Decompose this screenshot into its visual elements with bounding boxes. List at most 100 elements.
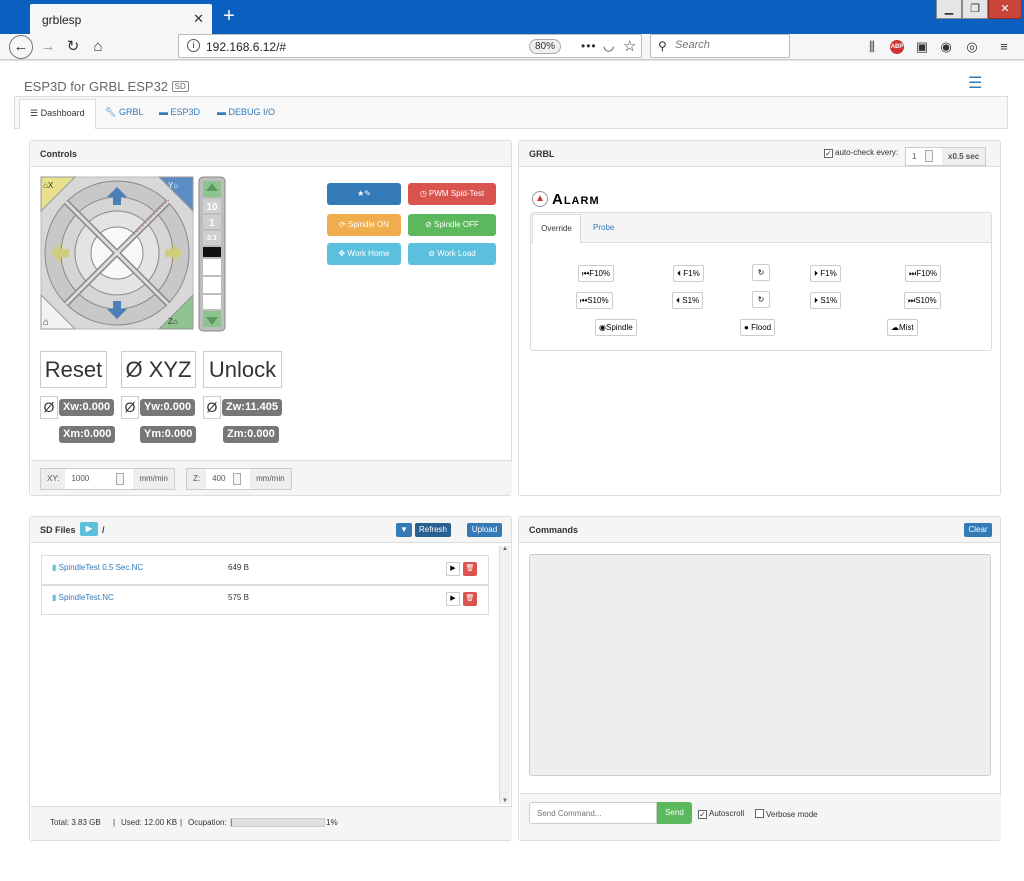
- autocheck-spinner[interactable]: [925, 150, 933, 162]
- commands-panel-header: Commands Clear: [519, 517, 1000, 543]
- star-pencil-icon: ★✎: [357, 189, 371, 198]
- window-close-icon[interactable]: ✕: [988, 0, 1022, 19]
- zero-z-button[interactable]: Ø: [203, 396, 221, 419]
- maximize-icon[interactable]: ❐: [962, 0, 988, 19]
- file-list-scrollbar[interactable]: ▲ ▼: [499, 546, 510, 804]
- spindle-plus-10-button[interactable]: ⏭S10%: [904, 292, 941, 309]
- xy-feed-group: XY: 1000 mm/min: [40, 468, 175, 490]
- scroll-down-icon[interactable]: ▼: [500, 798, 510, 804]
- menu-icon[interactable]: ≡: [994, 37, 1014, 57]
- bookmark-star-icon[interactable]: ☆: [623, 37, 636, 55]
- feed-plus-10-button[interactable]: ⏭F10%: [905, 265, 942, 282]
- flood-toggle-button[interactable]: ● Flood: [740, 319, 776, 336]
- home-all-icon: ⌂: [43, 317, 50, 328]
- tab-probe[interactable]: Probe: [593, 223, 614, 232]
- account-icon[interactable]: ◎: [962, 37, 982, 57]
- machine-pos-x: Xm:0.000: [59, 426, 116, 443]
- home-icon[interactable]: ⌂: [87, 37, 109, 59]
- z-step-10-label: 10: [206, 202, 218, 213]
- spindle-minus-1-button[interactable]: ⏴ S1%: [672, 292, 704, 309]
- extension-icon[interactable]: ◉: [936, 37, 956, 57]
- spindle-reset-button[interactable]: ↻: [752, 291, 770, 308]
- file-row[interactable]: ▮ SpindleTest 0.5 Sec.NC 649 B ▶ 🗑︎: [41, 555, 489, 585]
- file-name[interactable]: ▮ SpindleTest.NC: [52, 593, 114, 602]
- spindle-toggle-button[interactable]: ◉Spindle: [595, 319, 637, 336]
- forward-arrow-icon[interactable]: →: [37, 37, 59, 59]
- new-tab-icon[interactable]: +: [218, 4, 240, 28]
- unlock-button[interactable]: Unlock: [203, 351, 282, 388]
- spindle-plus-1-button[interactable]: ⏵ S1%: [810, 292, 842, 309]
- play-icon[interactable]: ▶: [446, 562, 460, 576]
- xy-feed-spinner[interactable]: [116, 473, 125, 485]
- search-bar[interactable]: ⚲: [650, 34, 790, 58]
- reset-button[interactable]: Reset: [40, 351, 107, 388]
- tab-grbl[interactable]: 🔧︎ GRBL: [95, 99, 153, 129]
- zero-xyz-button[interactable]: Ø XYZ: [121, 351, 196, 388]
- command-output[interactable]: [529, 554, 991, 776]
- autocheck-label[interactable]: ✓ auto-check every:: [824, 148, 898, 158]
- command-input[interactable]: [529, 802, 657, 824]
- spindle-off-button[interactable]: ⊘ Spindle OFF: [408, 214, 496, 236]
- zero-x-button[interactable]: Ø: [40, 396, 58, 419]
- spindle-minus-10-button[interactable]: ⏮S10%: [576, 292, 613, 309]
- work-home-button[interactable]: ✥ Work Home: [327, 243, 401, 265]
- trash-icon[interactable]: 🗑︎: [463, 562, 477, 576]
- work-load-button[interactable]: ⊜ Work Load: [408, 243, 496, 265]
- minimize-icon[interactable]: ▁: [936, 0, 962, 19]
- refresh-button[interactable]: Refresh: [415, 523, 451, 537]
- reader-icon[interactable]: ▣: [912, 37, 932, 57]
- reload-icon[interactable]: ↻: [62, 37, 84, 59]
- filter-icon[interactable]: ▼: [396, 523, 412, 537]
- adblock-icon[interactable]: ABP: [890, 40, 904, 54]
- send-button[interactable]: Send: [657, 802, 692, 824]
- file-name[interactable]: ▮ SpindleTest 0.5 Sec.NC: [52, 563, 143, 572]
- scroll-up-icon[interactable]: ▲: [500, 546, 510, 552]
- zero-y-button[interactable]: Ø: [121, 396, 139, 419]
- clear-button[interactable]: Clear: [964, 523, 992, 537]
- autoscroll-checkbox[interactable]: ✓: [698, 810, 707, 819]
- macro-edit-button[interactable]: ★✎: [327, 183, 401, 205]
- z-feed-input[interactable]: 400: [206, 469, 251, 489]
- feed-reset-button[interactable]: ↻: [752, 264, 770, 281]
- trash-icon[interactable]: 🗑︎: [463, 592, 477, 606]
- verbose-toggle[interactable]: Verbose mode: [755, 809, 818, 819]
- tab-debug-io[interactable]: ▬ DEBUG I/O: [207, 99, 285, 129]
- autocheck-input[interactable]: 1: [906, 148, 942, 165]
- sd-files-panel-header: SD Files ▶ / ▼ Refresh Upload: [30, 517, 511, 543]
- library-icon[interactable]: ⫼: [862, 37, 882, 57]
- feed-minus-10-button[interactable]: ⏮F10%: [578, 265, 615, 282]
- new-folder-icon[interactable]: ▶: [80, 522, 98, 536]
- play-icon[interactable]: ▶: [446, 592, 460, 606]
- file-row[interactable]: ▮ SpindleTest.NC 575 B ▶ 🗑︎: [41, 585, 489, 615]
- back-arrow-icon[interactable]: ←: [9, 35, 33, 59]
- pocket-icon[interactable]: ◡: [603, 38, 614, 54]
- browser-tab[interactable]: grblesp ✕: [30, 4, 212, 34]
- autocheck-checkbox[interactable]: ✓: [824, 149, 833, 158]
- autocheck-group: 1 x0.5 sec: [905, 147, 987, 166]
- tab-dashboard[interactable]: ☰ Dashboard: [19, 99, 96, 129]
- url-bar[interactable]: i 192.168.6.12/# 80% ••• ◡ ☆: [178, 34, 642, 58]
- info-icon[interactable]: i: [187, 39, 200, 52]
- search-input[interactable]: [675, 39, 785, 51]
- zoom-badge[interactable]: 80%: [529, 39, 562, 54]
- hamburger-menu-icon[interactable]: ☰: [968, 73, 982, 93]
- feed-minus-1-button[interactable]: ⏴ F1%: [673, 265, 704, 282]
- verbose-checkbox[interactable]: [755, 809, 764, 818]
- spindle-on-button[interactable]: ⟳ Spindle ON: [327, 214, 401, 236]
- upload-button[interactable]: Upload: [467, 523, 502, 537]
- tab-override[interactable]: Override: [532, 214, 581, 244]
- work-pos-y: Yw:0.000: [140, 399, 196, 416]
- mist-toggle-button[interactable]: ☁Mist: [887, 319, 918, 336]
- feedrate-bar: XY: 1000 mm/min Z: 400 mm/min: [31, 460, 512, 495]
- jog-pad[interactable]: [39, 175, 229, 333]
- autoscroll-toggle[interactable]: ✓ Autoscroll: [698, 809, 744, 819]
- pwm-spindle-test-button[interactable]: ◷ PWM Spid-Test: [408, 183, 496, 205]
- tab-esp3d[interactable]: ▬ ESP3D: [149, 99, 210, 129]
- z-feed-spinner[interactable]: [233, 473, 242, 485]
- close-tab-icon[interactable]: ✕: [193, 11, 204, 27]
- page-actions-icon[interactable]: •••: [581, 39, 597, 53]
- feed-plus-1-button[interactable]: ⏵ F1%: [810, 265, 841, 282]
- home-x-label: ⌂X: [43, 181, 54, 190]
- xy-feed-input[interactable]: 1000: [65, 469, 134, 489]
- home-z-icon: ⌂: [172, 317, 178, 326]
